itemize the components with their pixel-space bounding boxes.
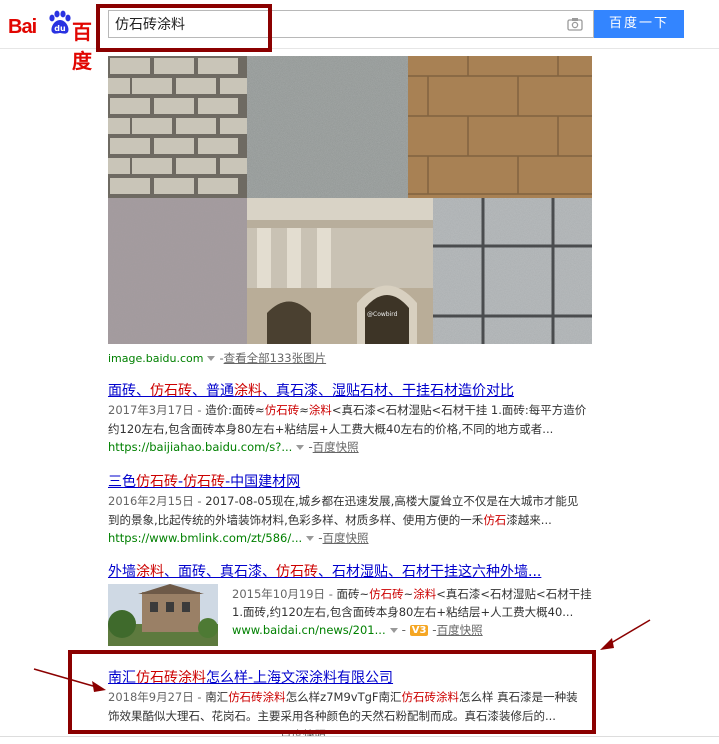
annotation-arrows: [33, 619, 651, 692]
bottom-divider: [0, 736, 719, 737]
